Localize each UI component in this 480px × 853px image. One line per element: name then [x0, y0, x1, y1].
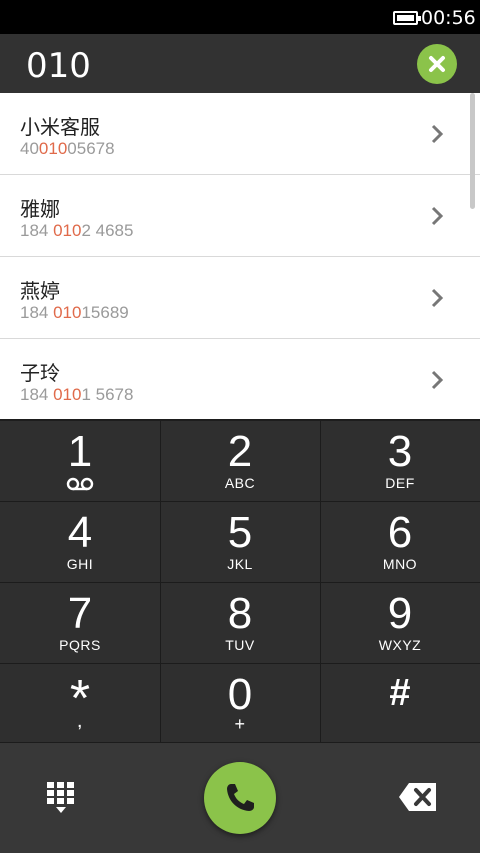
key-3[interactable]: 3 DEF: [320, 421, 480, 501]
key-5[interactable]: 5 JKL: [160, 502, 320, 582]
contact-row[interactable]: 雅娜 184 0102 4685: [0, 175, 480, 257]
call-button[interactable]: [204, 762, 276, 834]
key-2[interactable]: 2 ABC: [160, 421, 320, 501]
clear-number-button[interactable]: [417, 44, 457, 84]
dial-header: 010: [0, 34, 480, 93]
phone-icon: [227, 784, 254, 811]
status-time: 00:56: [421, 7, 476, 29]
dial-action-bar: [0, 742, 480, 853]
keypad-grid-icon[interactable]: [46, 781, 76, 815]
key-4[interactable]: 4 GHI: [0, 502, 160, 582]
status-bar: 00:56: [0, 0, 480, 34]
chevron-right-icon[interactable]: [430, 287, 444, 309]
key-9[interactable]: 9 WXYZ: [320, 583, 480, 663]
contact-name: 小米客服: [20, 115, 100, 139]
key-1[interactable]: 1: [0, 421, 160, 501]
key-6[interactable]: 6 MNO: [320, 502, 480, 582]
backspace-icon[interactable]: [398, 782, 438, 812]
contact-row[interactable]: 燕婷 184 01015689: [0, 257, 480, 339]
contact-row[interactable]: 子玲 184 0101 5678: [0, 339, 480, 419]
key-hash[interactable]: #: [320, 664, 480, 744]
contact-number: 184 0102 4685: [20, 221, 134, 240]
contact-number: 4001005678: [20, 139, 115, 158]
close-icon: [429, 56, 445, 72]
contact-name: 雅娜: [20, 197, 60, 221]
dial-keypad: 1 2 ABC 3 DEF 4 GHI 5 JKL 6 MNO 7 PQRS 8…: [0, 419, 480, 744]
contact-number: 184 01015689: [20, 303, 129, 322]
battery-icon: [393, 11, 421, 25]
contact-number: 184 0101 5678: [20, 385, 134, 404]
key-0[interactable]: 0 +: [160, 664, 320, 744]
key-8[interactable]: 8 TUV: [160, 583, 320, 663]
contact-row[interactable]: 小米客服 4001005678: [0, 93, 480, 175]
contact-match-list[interactable]: 小米客服 4001005678 雅娜 184 0102 4685 燕婷 184 …: [0, 93, 480, 419]
scrollbar[interactable]: [470, 93, 475, 209]
voicemail-icon: [66, 477, 94, 491]
chevron-right-icon[interactable]: [430, 123, 444, 145]
dialed-number[interactable]: 010: [26, 46, 91, 86]
contact-name: 燕婷: [20, 279, 60, 303]
chevron-right-icon[interactable]: [430, 205, 444, 227]
key-star[interactable]: * ,: [0, 664, 160, 744]
contact-name: 子玲: [20, 361, 60, 385]
chevron-right-icon[interactable]: [430, 369, 444, 391]
key-7[interactable]: 7 PQRS: [0, 583, 160, 663]
